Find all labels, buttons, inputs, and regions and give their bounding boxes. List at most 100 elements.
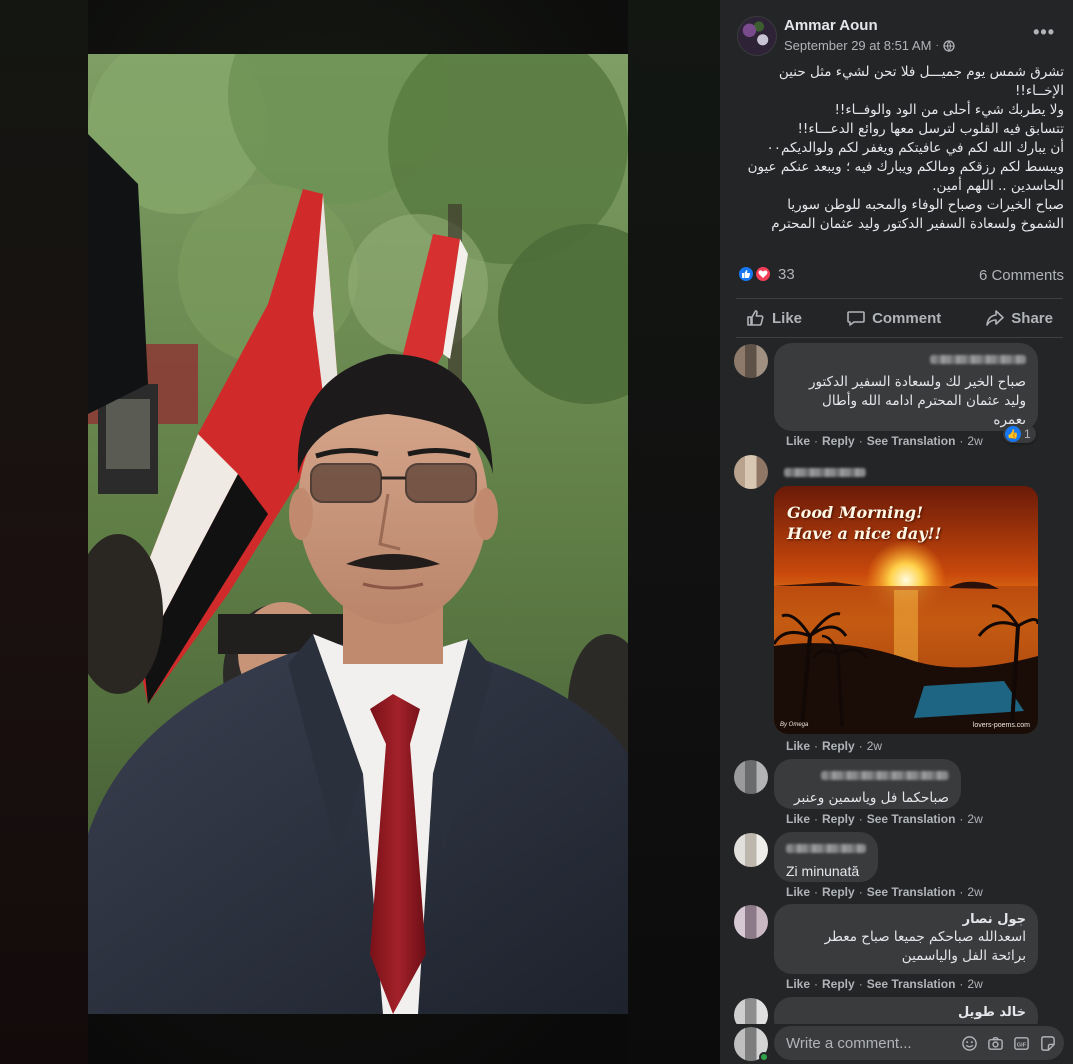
- separator: ·: [959, 885, 964, 899]
- divider: [736, 298, 1063, 299]
- commenter-name[interactable]: جول نصار: [786, 911, 1026, 928]
- post-text-line: الحاسدين .. اللهم أمين.: [932, 178, 1064, 194]
- like-reaction-icon: [737, 265, 755, 283]
- post-text: تشرق شمس يوم جميـــل فلا تحن لشيء مثل حن…: [734, 63, 1064, 234]
- see-translation-link[interactable]: See Translation: [867, 434, 956, 448]
- commenter-name-blurred[interactable]: [786, 844, 866, 853]
- comment-like-link[interactable]: Like: [786, 812, 810, 826]
- like-label: Like: [772, 309, 803, 327]
- reaction-count: 33: [778, 265, 795, 283]
- post-text-line: تشرق شمس يوم جميـــل فلا تحن لشيء مثل حن…: [778, 64, 1064, 80]
- commenter-avatar[interactable]: [734, 905, 768, 939]
- thumbs-up-icon: [747, 310, 764, 326]
- comment-reply-link[interactable]: Reply: [822, 885, 855, 899]
- globe-icon[interactable]: [943, 39, 955, 52]
- separator: ·: [858, 977, 863, 991]
- like-button[interactable]: Like: [736, 300, 812, 336]
- comment-like-link[interactable]: Like: [786, 739, 810, 753]
- comment-label: Comment: [872, 309, 942, 327]
- separator: ·: [959, 434, 964, 448]
- comment-time[interactable]: 2w: [967, 885, 982, 899]
- photo-viewer: [0, 0, 720, 1064]
- composer-icons: GIF: [961, 1035, 1056, 1052]
- comment-button[interactable]: Comment: [836, 300, 951, 336]
- comment-bubble: صباح الخير لك ولسعادة السفير الدكتور ولي…: [774, 343, 1038, 431]
- separator: ·: [814, 885, 819, 899]
- facebook-photo-viewer: Ammar Aoun September 29 at 8:51 AM · •••…: [0, 0, 1073, 1064]
- image-caption: Good Morning! Have a nice day!!: [787, 502, 942, 544]
- gif-icon[interactable]: GIF: [1013, 1035, 1030, 1052]
- image-caption-line-2: Have a nice day!!: [787, 524, 942, 543]
- image-caption-line-1: Good Morning!: [787, 503, 924, 522]
- separator: ·: [814, 977, 819, 991]
- commenter-name-blurred[interactable]: [930, 355, 1026, 364]
- comment-reply-link[interactable]: Reply: [822, 434, 855, 448]
- share-label: Share: [1011, 309, 1053, 327]
- more-options-icon[interactable]: •••: [1033, 22, 1055, 43]
- comment-like-link[interactable]: Like: [786, 977, 810, 991]
- comment-image-attachment[interactable]: Good Morning! Have a nice day!! By Omega…: [774, 486, 1038, 734]
- comment-bubble-icon: [847, 311, 865, 326]
- share-arrow-icon: [986, 310, 1005, 326]
- comment-reply-link[interactable]: Reply: [822, 977, 855, 991]
- separator: ·: [858, 885, 863, 899]
- commenter-avatar[interactable]: [734, 760, 768, 794]
- share-button[interactable]: Share: [975, 300, 1063, 336]
- comment-text: اسعدالله صباحكم جميعا صباح معطر برائحة ا…: [824, 929, 1026, 964]
- blurred-photo-backdrop-right: [628, 0, 720, 1064]
- post-text-line: الشموخ ولسعادة السفير الدكتور وليد عثمان…: [771, 216, 1064, 232]
- author-avatar[interactable]: [737, 16, 777, 56]
- comment-time[interactable]: 2w: [967, 812, 982, 826]
- meta-separator-dot: ·: [935, 40, 939, 51]
- comment-composer: Write a comment... GIF: [734, 1024, 1064, 1062]
- divider: [736, 337, 1063, 338]
- commenter-name[interactable]: خالد طويل: [786, 1004, 1026, 1021]
- love-reaction-icon: [754, 265, 772, 283]
- comment-time[interactable]: 2w: [967, 434, 982, 448]
- post-text-line: الإخــاء!!: [1015, 83, 1064, 99]
- comment-input[interactable]: Write a comment... GIF: [774, 1026, 1064, 1060]
- comment-reaction-badge[interactable]: 👍 1: [1003, 425, 1036, 443]
- reactions-summary[interactable]: 33: [737, 265, 795, 283]
- sticker-icon[interactable]: [1039, 1035, 1056, 1052]
- separator: ·: [959, 812, 964, 826]
- post-text-line: تتسابق فيه القلوب لترسل معها روائع الدعـ…: [797, 121, 1065, 137]
- author-name[interactable]: Ammar Aoun: [784, 17, 878, 34]
- see-translation-link[interactable]: See Translation: [867, 977, 956, 991]
- separator: ·: [814, 434, 819, 448]
- image-credit: lovers-poems.com: [972, 722, 1030, 729]
- emoji-icon[interactable]: [961, 1035, 978, 1052]
- comments-count-link[interactable]: 6 Comments: [979, 267, 1064, 284]
- comment-reply-link[interactable]: Reply: [822, 812, 855, 826]
- commenter-name-blurred[interactable]: [821, 771, 949, 780]
- camera-icon[interactable]: [987, 1035, 1004, 1052]
- comment-actions: Like · Reply · See Translation · 2w: [786, 434, 983, 448]
- commenter-name-blurred[interactable]: [784, 468, 866, 477]
- online-status-dot: [759, 1052, 769, 1062]
- separator: ·: [858, 812, 863, 826]
- separator: ·: [814, 739, 819, 753]
- comment-text: صباح الخير لك ولسعادة السفير الدكتور ولي…: [808, 374, 1026, 428]
- post-text-line: صباح الخيرات وصباح الوفاء والمحبه للوطن …: [787, 197, 1064, 213]
- like-reaction-icon: 👍: [1005, 426, 1021, 442]
- commenter-avatar[interactable]: [734, 833, 768, 867]
- photo-illustration: [88, 54, 628, 1014]
- comment-bubble: جول نصار اسعدالله صباحكم جميعا صباح معطر…: [774, 904, 1038, 974]
- post-timestamp[interactable]: September 29 at 8:51 AM: [784, 38, 931, 53]
- comment-actions: Like · Reply · See Translation · 2w: [786, 812, 983, 826]
- separator: ·: [858, 739, 863, 753]
- comment-reply-link[interactable]: Reply: [822, 739, 855, 753]
- comment-like-link[interactable]: Like: [786, 434, 810, 448]
- comment-time[interactable]: 2w: [867, 739, 882, 753]
- comment-time[interactable]: 2w: [967, 977, 982, 991]
- commenter-avatar[interactable]: [734, 344, 768, 378]
- post-photo[interactable]: [88, 54, 628, 1014]
- commenter-avatar[interactable]: [734, 455, 768, 489]
- comment-text: Zi minunată: [786, 863, 860, 879]
- comment-bubble: Zi minunată: [774, 832, 878, 882]
- post-text-line: ولا يطربك شيء أحلى من الود والوفــاء!!: [834, 102, 1064, 118]
- comment-like-link[interactable]: Like: [786, 885, 810, 899]
- see-translation-link[interactable]: See Translation: [867, 885, 956, 899]
- see-translation-link[interactable]: See Translation: [867, 812, 956, 826]
- comment-input-placeholder: Write a comment...: [786, 1034, 912, 1052]
